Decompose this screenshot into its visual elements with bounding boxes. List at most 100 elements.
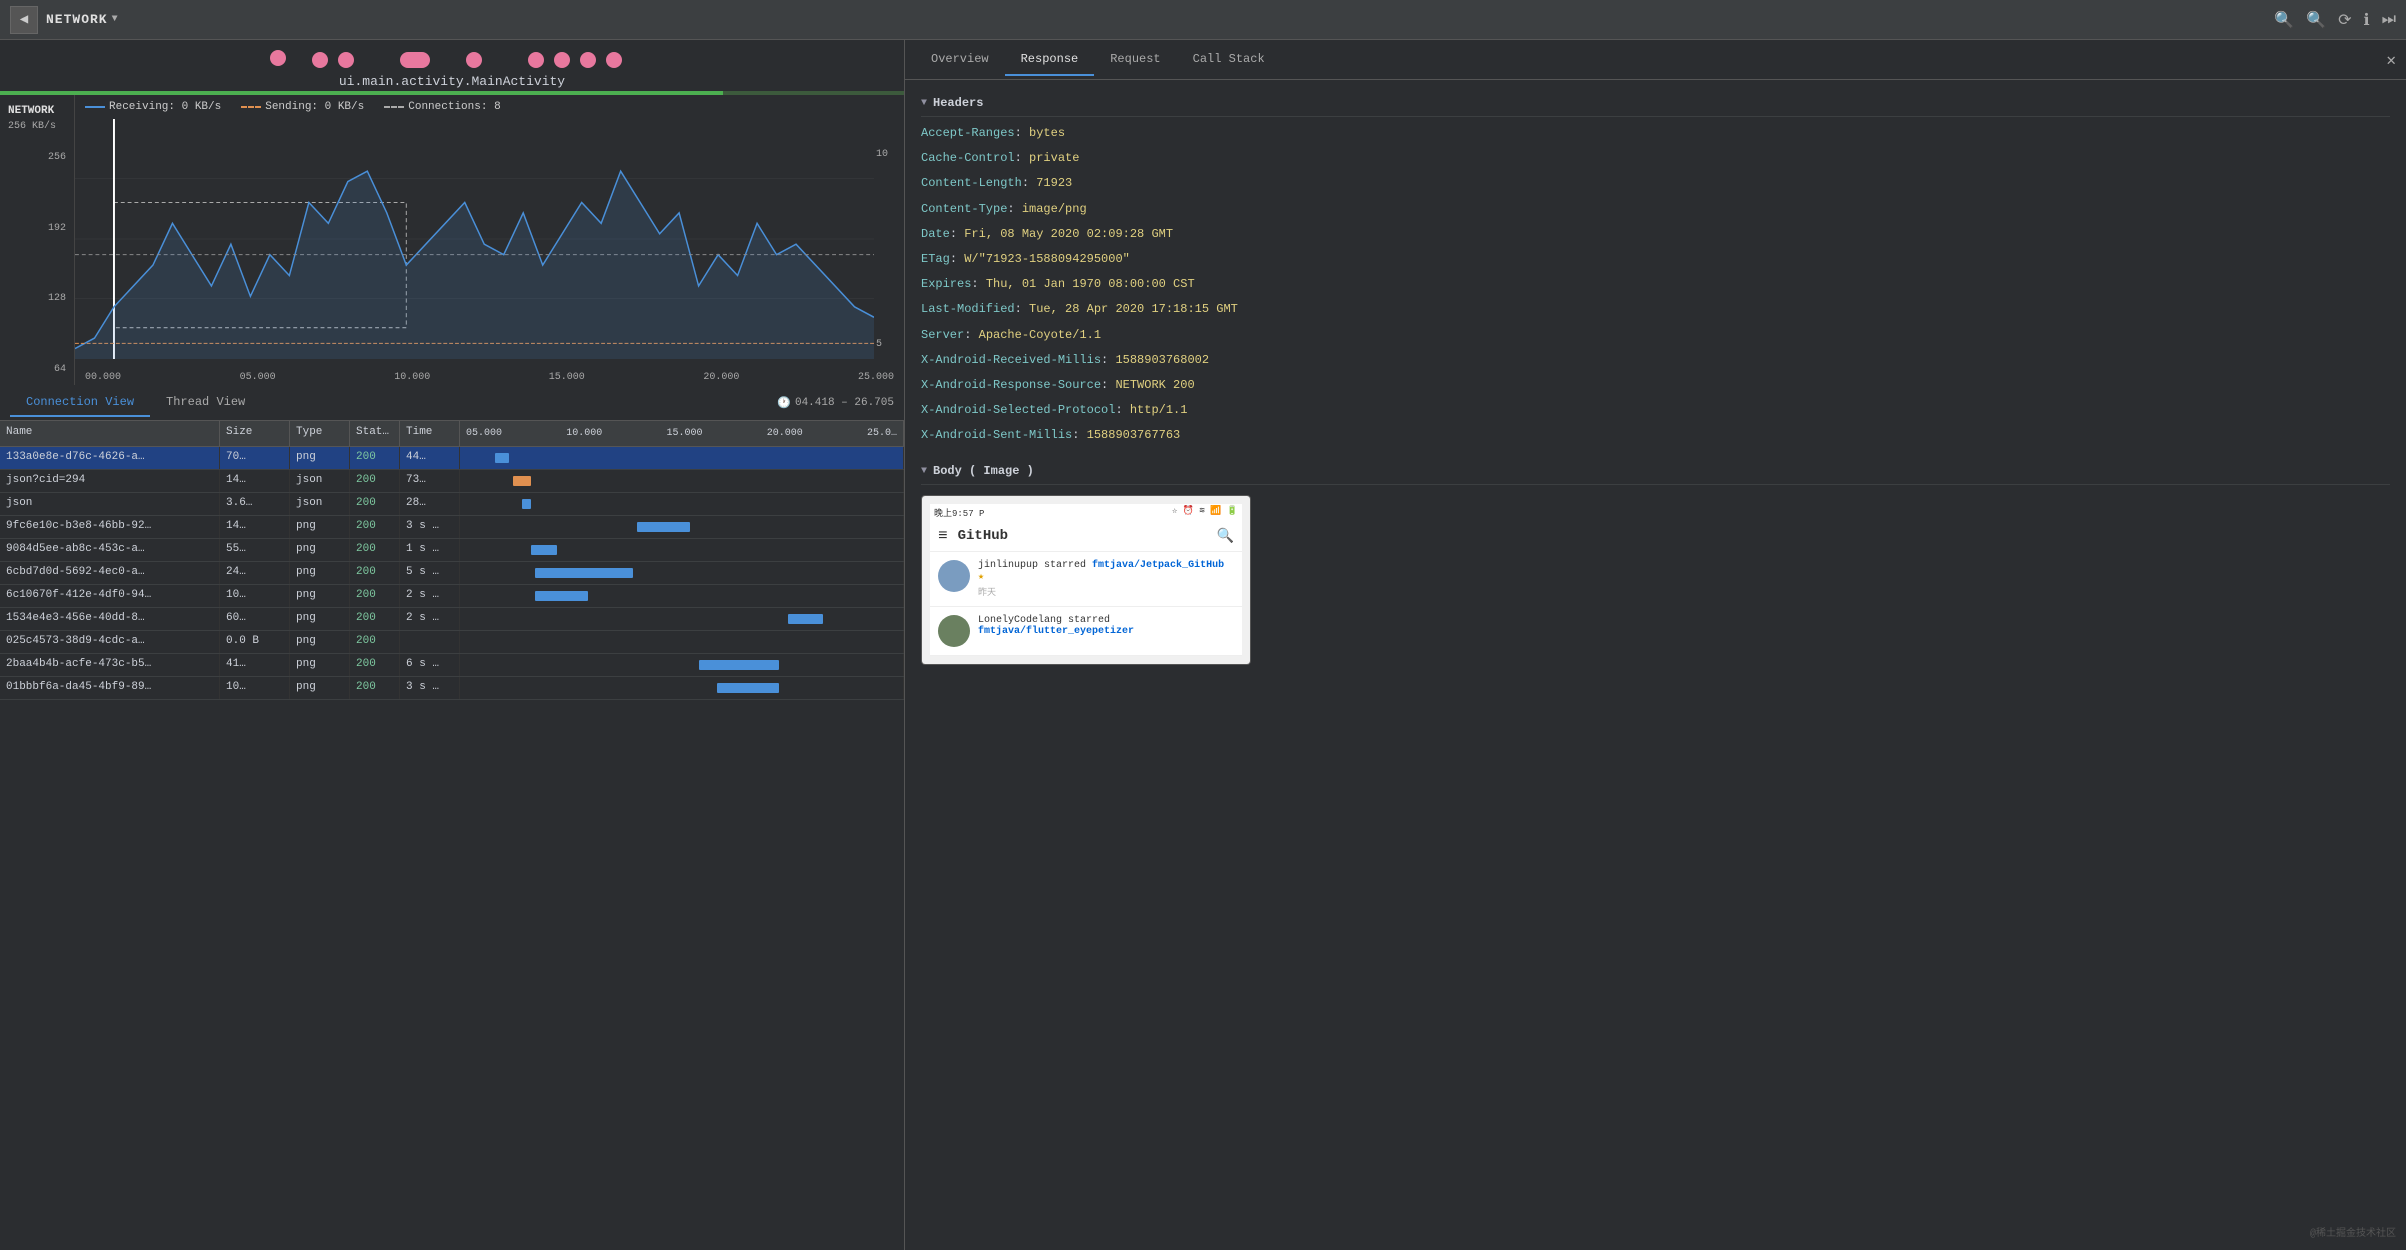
table-row[interactable]: 025c4573-38d9-4cdc-a… 0.0 B png 200	[0, 631, 904, 654]
chart-y-axis: NETWORK 256 KB/s 256 192 128 64	[0, 95, 75, 385]
main-area: ui.main.activity.MainActivity NETWORK 25…	[0, 40, 2406, 1250]
tab-overview[interactable]: Overview	[915, 44, 1005, 76]
header-value: bytes	[1029, 126, 1065, 140]
info-icon[interactable]: ℹ	[2364, 10, 2370, 30]
header-row: Content-Length: 71923	[921, 171, 2390, 196]
chart-subtitle: 256 KB/s	[8, 121, 66, 132]
td-type: png	[290, 677, 350, 699]
header-row: Date: Fri, 08 May 2020 02:09:28 GMT	[921, 222, 2390, 247]
feed-action-2: starred	[1068, 615, 1110, 626]
header-row: Content-Type: image/png	[921, 197, 2390, 222]
feed-action-1: starred	[1044, 560, 1092, 571]
body-section-toggle[interactable]: ▼ Body ( Image )	[921, 458, 2390, 485]
td-type: png	[290, 585, 350, 607]
x-tick-3: 15.000	[549, 372, 585, 383]
tab-connection-view[interactable]: Connection View	[10, 389, 150, 417]
td-status: 200	[350, 470, 400, 492]
right-y-tick-5: 5	[876, 339, 902, 350]
progress-fill	[0, 91, 723, 95]
td-time: 1 s …	[400, 539, 460, 561]
tab-request[interactable]: Request	[1094, 44, 1176, 76]
header-key: Content-Type	[921, 202, 1007, 216]
x-tick-2: 10.000	[394, 372, 430, 383]
process-progress-bar	[0, 91, 904, 95]
td-timeline	[460, 447, 904, 469]
y-tick-192: 192	[8, 223, 66, 234]
tab-response[interactable]: Response	[1005, 44, 1095, 76]
table-row[interactable]: 1534e4e3-456e-40dd-8… 60… png 200 2 s …	[0, 608, 904, 631]
tl-tick-3: 20.000	[767, 428, 803, 439]
table-row[interactable]: json 3.6… json 200 28…	[0, 493, 904, 516]
table-row[interactable]: 9fc6e10c-b3e8-46bb-92… 14… png 200 3 s …	[0, 516, 904, 539]
header-key: X-Android-Sent-Millis	[921, 428, 1072, 442]
td-size: 3.6…	[220, 493, 290, 515]
thread-dot-7	[580, 52, 596, 68]
table-row[interactable]: json?cid=294 14… json 200 73…	[0, 470, 904, 493]
td-timeline	[460, 608, 904, 630]
right-y-tick-10: 10	[876, 149, 902, 160]
process-bar-area: ui.main.activity.MainActivity	[0, 40, 904, 95]
network-chart-svg	[75, 119, 874, 359]
refresh-icon[interactable]: ⟳	[2338, 10, 2351, 30]
skip-icon[interactable]: ⏭	[2382, 11, 2396, 29]
table-row[interactable]: 6c10670f-412e-4df0-94… 10… png 200 2 s …	[0, 585, 904, 608]
td-timeline	[460, 631, 904, 653]
y-tick-128: 128	[8, 293, 66, 304]
table-row[interactable]: 133a0e8e-d76c-4626-a… 70… png 200 44…	[0, 447, 904, 470]
td-name: 6c10670f-412e-4df0-94…	[0, 585, 220, 607]
col-time: Time	[400, 421, 460, 446]
td-size: 14…	[220, 516, 290, 538]
td-time: 73…	[400, 470, 460, 492]
chart-svg-container[interactable]	[75, 119, 874, 359]
table-row[interactable]: 6cbd7d0d-5692-4ec0-a… 24… png 200 5 s …	[0, 562, 904, 585]
td-size: 24…	[220, 562, 290, 584]
td-time: 3 s …	[400, 516, 460, 538]
feed-avatar-1	[938, 560, 970, 592]
legend-connections-line	[384, 106, 404, 108]
zoom-in-icon[interactable]: 🔍	[2306, 10, 2326, 30]
header-value: Tue, 28 Apr 2020 17:18:15 GMT	[1029, 302, 1238, 316]
td-status: 200	[350, 585, 400, 607]
col-name: Name	[0, 421, 220, 446]
header-value: Thu, 01 Jan 1970 08:00:00 CST	[986, 277, 1195, 291]
view-tab-bar: Connection View Thread View 🕐 04.418 – 2…	[0, 385, 904, 421]
search-icon: 🔍	[1217, 528, 1234, 545]
caret-icon[interactable]: ▼	[112, 14, 118, 25]
td-size: 0.0 B	[220, 631, 290, 653]
legend-connections-label: Connections: 8	[408, 101, 500, 113]
td-status: 200	[350, 447, 400, 469]
legend-connections: Connections: 8	[384, 101, 500, 113]
feed-text-1: jinlinupup starred fmtjava/Jetpack_GitHu…	[978, 560, 1234, 583]
feed-time-1: 昨天	[978, 585, 1234, 598]
tab-call-stack[interactable]: Call Stack	[1177, 44, 1281, 76]
tl-tick-2: 15.000	[666, 428, 702, 439]
td-type: json	[290, 493, 350, 515]
col-type: Type	[290, 421, 350, 446]
network-table: Name Size Type Stat… Time 05.000 10.000 …	[0, 421, 904, 1250]
table-row[interactable]: 01bbbf6a-da45-4bf9-89… 10… png 200 3 s …	[0, 677, 904, 700]
zoom-out-icon[interactable]: 🔍	[2274, 10, 2294, 30]
feed-repo-2: fmtjava/flutter_eyepetizer	[978, 626, 1134, 637]
td-name: 133a0e8e-d76c-4626-a…	[0, 447, 220, 469]
body-caret-icon: ▼	[921, 466, 927, 477]
td-timeline	[460, 562, 904, 584]
table-row[interactable]: 9084d5ee-ab8c-453c-a… 55… png 200 1 s …	[0, 539, 904, 562]
back-button[interactable]: ◀	[10, 6, 38, 34]
chart-right-y-axis: 10 5	[874, 119, 904, 370]
close-button[interactable]: ✕	[2386, 50, 2396, 70]
td-timeline	[460, 585, 904, 607]
header-key: X-Android-Received-Millis	[921, 353, 1101, 367]
thread-dot-3	[338, 52, 354, 68]
header-value: Fri, 08 May 2020 02:09:28 GMT	[964, 227, 1173, 241]
chart-area: NETWORK 256 KB/s 256 192 128 64 Receivin…	[0, 95, 904, 385]
phone-status-bar: 晚上9:57 P ☆ ⏰ ≋ 📶 🔋	[930, 504, 1242, 521]
td-timeline	[460, 493, 904, 515]
td-size: 70…	[220, 447, 290, 469]
tab-thread-view[interactable]: Thread View	[150, 389, 261, 417]
table-row[interactable]: 2baa4b4b-acfe-473c-b5… 41… png 200 6 s …	[0, 654, 904, 677]
td-name: 025c4573-38d9-4cdc-a…	[0, 631, 220, 653]
header-row: Accept-Ranges: bytes	[921, 121, 2390, 146]
header-key: Content-Length	[921, 176, 1022, 190]
hamburger-icon: ≡	[938, 527, 948, 545]
headers-section-toggle[interactable]: ▼ Headers	[921, 90, 2390, 117]
